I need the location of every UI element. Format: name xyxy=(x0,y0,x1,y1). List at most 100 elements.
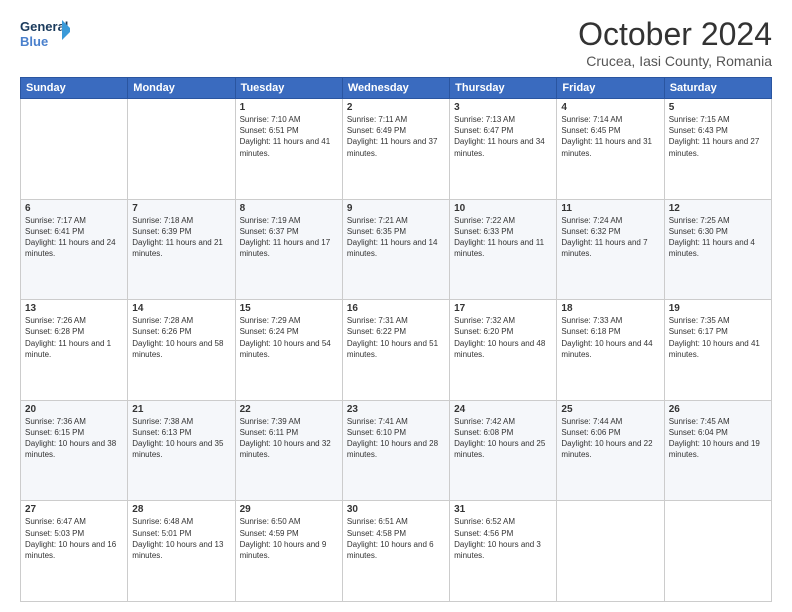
day-number: 4 xyxy=(561,102,659,113)
calendar-body: 1Sunrise: 7:10 AMSunset: 6:51 PMDaylight… xyxy=(21,99,772,602)
calendar-subtitle: Crucea, Iasi County, Romania xyxy=(578,53,772,69)
day-info: Sunrise: 7:21 AMSunset: 6:35 PMDaylight:… xyxy=(347,215,445,260)
weekday-header-thursday: Thursday xyxy=(450,78,557,99)
calendar-cell: 19Sunrise: 7:35 AMSunset: 6:17 PMDayligh… xyxy=(664,300,771,401)
calendar-cell: 6Sunrise: 7:17 AMSunset: 6:41 PMDaylight… xyxy=(21,199,128,300)
calendar-cell: 15Sunrise: 7:29 AMSunset: 6:24 PMDayligh… xyxy=(235,300,342,401)
day-number: 17 xyxy=(454,303,552,314)
day-number: 26 xyxy=(669,404,767,415)
day-info: Sunrise: 7:22 AMSunset: 6:33 PMDaylight:… xyxy=(454,215,552,260)
calendar-cell: 20Sunrise: 7:36 AMSunset: 6:15 PMDayligh… xyxy=(21,400,128,501)
day-number: 30 xyxy=(347,504,445,515)
weekday-header-friday: Friday xyxy=(557,78,664,99)
calendar-cell: 21Sunrise: 7:38 AMSunset: 6:13 PMDayligh… xyxy=(128,400,235,501)
calendar-cell: 2Sunrise: 7:11 AMSunset: 6:49 PMDaylight… xyxy=(342,99,449,200)
calendar-cell: 18Sunrise: 7:33 AMSunset: 6:18 PMDayligh… xyxy=(557,300,664,401)
calendar-cell: 5Sunrise: 7:15 AMSunset: 6:43 PMDaylight… xyxy=(664,99,771,200)
day-info: Sunrise: 7:29 AMSunset: 6:24 PMDaylight:… xyxy=(240,315,338,360)
calendar-cell xyxy=(21,99,128,200)
day-number: 9 xyxy=(347,203,445,214)
calendar-cell: 23Sunrise: 7:41 AMSunset: 6:10 PMDayligh… xyxy=(342,400,449,501)
weekday-header-sunday: Sunday xyxy=(21,78,128,99)
day-info: Sunrise: 7:42 AMSunset: 6:08 PMDaylight:… xyxy=(454,416,552,461)
calendar-cell: 16Sunrise: 7:31 AMSunset: 6:22 PMDayligh… xyxy=(342,300,449,401)
calendar-week-row: 6Sunrise: 7:17 AMSunset: 6:41 PMDaylight… xyxy=(21,199,772,300)
day-info: Sunrise: 7:31 AMSunset: 6:22 PMDaylight:… xyxy=(347,315,445,360)
day-number: 31 xyxy=(454,504,552,515)
calendar-cell: 24Sunrise: 7:42 AMSunset: 6:08 PMDayligh… xyxy=(450,400,557,501)
day-info: Sunrise: 7:26 AMSunset: 6:28 PMDaylight:… xyxy=(25,315,123,360)
day-info: Sunrise: 6:52 AMSunset: 4:56 PMDaylight:… xyxy=(454,516,552,561)
day-number: 5 xyxy=(669,102,767,113)
weekday-header-tuesday: Tuesday xyxy=(235,78,342,99)
day-number: 13 xyxy=(25,303,123,314)
day-number: 12 xyxy=(669,203,767,214)
calendar-cell: 4Sunrise: 7:14 AMSunset: 6:45 PMDaylight… xyxy=(557,99,664,200)
day-info: Sunrise: 7:13 AMSunset: 6:47 PMDaylight:… xyxy=(454,114,552,159)
day-info: Sunrise: 7:32 AMSunset: 6:20 PMDaylight:… xyxy=(454,315,552,360)
calendar-week-row: 27Sunrise: 6:47 AMSunset: 5:03 PMDayligh… xyxy=(21,501,772,602)
day-info: Sunrise: 7:45 AMSunset: 6:04 PMDaylight:… xyxy=(669,416,767,461)
calendar-cell: 1Sunrise: 7:10 AMSunset: 6:51 PMDaylight… xyxy=(235,99,342,200)
calendar-cell: 17Sunrise: 7:32 AMSunset: 6:20 PMDayligh… xyxy=(450,300,557,401)
weekday-header-saturday: Saturday xyxy=(664,78,771,99)
calendar-cell: 13Sunrise: 7:26 AMSunset: 6:28 PMDayligh… xyxy=(21,300,128,401)
calendar-cell xyxy=(664,501,771,602)
day-number: 22 xyxy=(240,404,338,415)
day-number: 1 xyxy=(240,102,338,113)
day-number: 7 xyxy=(132,203,230,214)
day-number: 16 xyxy=(347,303,445,314)
day-info: Sunrise: 7:15 AMSunset: 6:43 PMDaylight:… xyxy=(669,114,767,159)
calendar-cell: 22Sunrise: 7:39 AMSunset: 6:11 PMDayligh… xyxy=(235,400,342,501)
day-info: Sunrise: 7:11 AMSunset: 6:49 PMDaylight:… xyxy=(347,114,445,159)
calendar-cell: 8Sunrise: 7:19 AMSunset: 6:37 PMDaylight… xyxy=(235,199,342,300)
day-info: Sunrise: 6:50 AMSunset: 4:59 PMDaylight:… xyxy=(240,516,338,561)
calendar-week-row: 13Sunrise: 7:26 AMSunset: 6:28 PMDayligh… xyxy=(21,300,772,401)
day-number: 10 xyxy=(454,203,552,214)
svg-text:Blue: Blue xyxy=(20,34,48,49)
calendar-page: General Blue October 2024 Crucea, Iasi C… xyxy=(0,0,792,612)
calendar-title: October 2024 xyxy=(578,16,772,53)
day-info: Sunrise: 7:39 AMSunset: 6:11 PMDaylight:… xyxy=(240,416,338,461)
weekday-header: SundayMondayTuesdayWednesdayThursdayFrid… xyxy=(21,78,772,99)
day-number: 23 xyxy=(347,404,445,415)
day-number: 8 xyxy=(240,203,338,214)
calendar-week-row: 20Sunrise: 7:36 AMSunset: 6:15 PMDayligh… xyxy=(21,400,772,501)
day-info: Sunrise: 6:47 AMSunset: 5:03 PMDaylight:… xyxy=(25,516,123,561)
day-number: 19 xyxy=(669,303,767,314)
day-number: 20 xyxy=(25,404,123,415)
header: General Blue October 2024 Crucea, Iasi C… xyxy=(20,16,772,69)
calendar-cell xyxy=(128,99,235,200)
calendar-cell: 14Sunrise: 7:28 AMSunset: 6:26 PMDayligh… xyxy=(128,300,235,401)
calendar-cell: 29Sunrise: 6:50 AMSunset: 4:59 PMDayligh… xyxy=(235,501,342,602)
calendar-cell: 30Sunrise: 6:51 AMSunset: 4:58 PMDayligh… xyxy=(342,501,449,602)
day-number: 11 xyxy=(561,203,659,214)
day-info: Sunrise: 7:25 AMSunset: 6:30 PMDaylight:… xyxy=(669,215,767,260)
calendar-cell: 10Sunrise: 7:22 AMSunset: 6:33 PMDayligh… xyxy=(450,199,557,300)
day-info: Sunrise: 7:41 AMSunset: 6:10 PMDaylight:… xyxy=(347,416,445,461)
day-info: Sunrise: 7:19 AMSunset: 6:37 PMDaylight:… xyxy=(240,215,338,260)
calendar-cell: 3Sunrise: 7:13 AMSunset: 6:47 PMDaylight… xyxy=(450,99,557,200)
day-info: Sunrise: 6:51 AMSunset: 4:58 PMDaylight:… xyxy=(347,516,445,561)
day-number: 24 xyxy=(454,404,552,415)
day-number: 3 xyxy=(454,102,552,113)
day-info: Sunrise: 7:38 AMSunset: 6:13 PMDaylight:… xyxy=(132,416,230,461)
calendar-cell: 28Sunrise: 6:48 AMSunset: 5:01 PMDayligh… xyxy=(128,501,235,602)
calendar-cell: 12Sunrise: 7:25 AMSunset: 6:30 PMDayligh… xyxy=(664,199,771,300)
title-block: October 2024 Crucea, Iasi County, Romani… xyxy=(578,16,772,69)
day-info: Sunrise: 7:14 AMSunset: 6:45 PMDaylight:… xyxy=(561,114,659,159)
logo: General Blue xyxy=(20,16,70,54)
day-number: 15 xyxy=(240,303,338,314)
calendar-cell: 9Sunrise: 7:21 AMSunset: 6:35 PMDaylight… xyxy=(342,199,449,300)
calendar-week-row: 1Sunrise: 7:10 AMSunset: 6:51 PMDaylight… xyxy=(21,99,772,200)
day-info: Sunrise: 7:10 AMSunset: 6:51 PMDaylight:… xyxy=(240,114,338,159)
day-number: 6 xyxy=(25,203,123,214)
calendar-cell: 11Sunrise: 7:24 AMSunset: 6:32 PMDayligh… xyxy=(557,199,664,300)
calendar-cell: 26Sunrise: 7:45 AMSunset: 6:04 PMDayligh… xyxy=(664,400,771,501)
day-info: Sunrise: 7:17 AMSunset: 6:41 PMDaylight:… xyxy=(25,215,123,260)
day-info: Sunrise: 7:44 AMSunset: 6:06 PMDaylight:… xyxy=(561,416,659,461)
day-info: Sunrise: 7:36 AMSunset: 6:15 PMDaylight:… xyxy=(25,416,123,461)
day-info: Sunrise: 6:48 AMSunset: 5:01 PMDaylight:… xyxy=(132,516,230,561)
calendar-cell: 27Sunrise: 6:47 AMSunset: 5:03 PMDayligh… xyxy=(21,501,128,602)
weekday-header-wednesday: Wednesday xyxy=(342,78,449,99)
